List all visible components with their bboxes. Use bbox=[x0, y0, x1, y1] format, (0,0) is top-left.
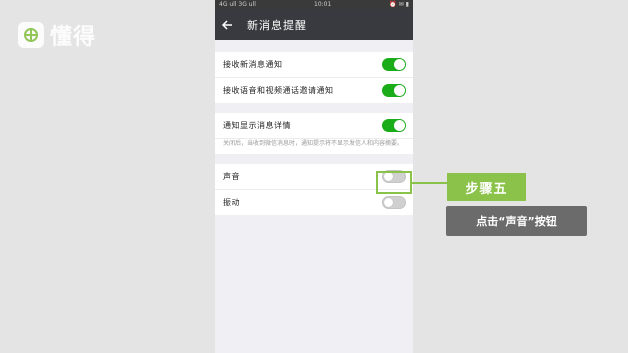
sound-toggle-highlight bbox=[376, 171, 412, 194]
settings-group-notifications: 接收新消息通知 接收语音和视频通话邀请通知 bbox=[215, 52, 413, 103]
settings-group-details: 通知显示消息详情 关闭后，当收到微信消息时，通知提示将不显示发信人和内容摘要。 bbox=[215, 113, 413, 154]
toggle-show-details[interactable] bbox=[382, 119, 406, 132]
arrow-left-icon[interactable] bbox=[221, 19, 243, 31]
setting-row-show-details[interactable]: 通知显示消息详情 bbox=[215, 113, 413, 139]
toggle-new-message[interactable] bbox=[382, 58, 406, 71]
page-title: 新消息提醒 bbox=[247, 18, 307, 32]
setting-hint: 关闭后，当收到微信消息时，通知提示将不显示发信人和内容摘要。 bbox=[223, 140, 404, 147]
status-time: 10:01 bbox=[314, 1, 332, 8]
step-badge: 步骤五 bbox=[447, 173, 526, 201]
setting-label: 接收新消息通知 bbox=[223, 60, 283, 69]
callout-connector bbox=[412, 182, 448, 184]
watermark-brand-text: 懂得 bbox=[50, 25, 97, 50]
setting-row-call-invite[interactable]: 接收语音和视频通话邀请通知 bbox=[215, 78, 413, 103]
title-bar: 新消息提醒 bbox=[215, 9, 413, 40]
toggle-call-invite[interactable] bbox=[382, 84, 406, 97]
tutorial-screen: 懂得 4G ull 3G ull 10:01 ⏰ ✉ ▮ 新消息提醒 接收新消息… bbox=[0, 0, 628, 353]
setting-label: 接收语音和视频通话邀请通知 bbox=[223, 86, 334, 95]
instruction-label: 点击“声音”按钮 bbox=[446, 206, 587, 236]
watermark-logo: 懂得 bbox=[18, 19, 96, 51]
dongde-logo-icon bbox=[18, 22, 44, 48]
setting-label: 声音 bbox=[223, 172, 240, 181]
setting-row-new-message[interactable]: 接收新消息通知 bbox=[215, 52, 413, 78]
setting-label: 通知显示消息详情 bbox=[223, 121, 291, 130]
status-signal: 4G ull 3G ull bbox=[219, 1, 256, 8]
toggle-vibrate[interactable] bbox=[382, 196, 406, 209]
status-bar: 4G ull 3G ull 10:01 ⏰ ✉ ▮ bbox=[215, 0, 413, 9]
setting-label: 振动 bbox=[223, 198, 240, 207]
status-icons: ⏰ ✉ ▮ bbox=[389, 1, 409, 8]
